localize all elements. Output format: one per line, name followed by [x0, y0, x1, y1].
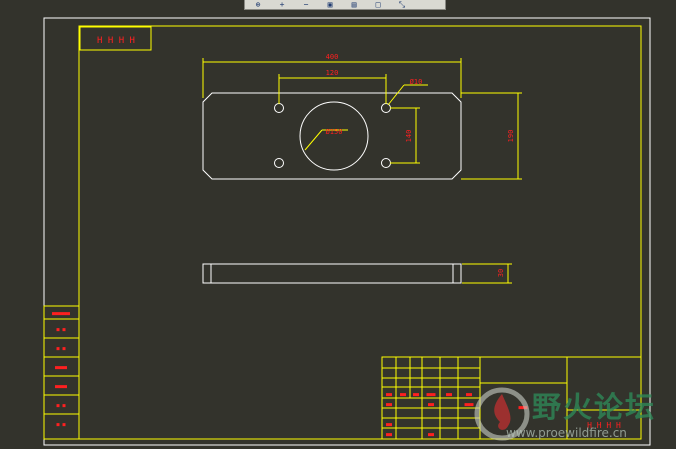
title-cell: ■■	[428, 432, 434, 438]
dim-overall-height: 190	[507, 130, 515, 143]
title-cell: ■■	[446, 392, 452, 398]
title-cell: ■■	[386, 392, 392, 398]
drawing-frame	[78, 25, 642, 440]
rev-label: ■ ■	[56, 346, 65, 352]
rev-label: ■■■■	[55, 365, 67, 371]
title-cell: ■■	[386, 422, 392, 428]
dim-center-hole: Ø150	[326, 128, 343, 136]
dim-overall-width: 400	[326, 53, 339, 61]
watermark-text: 野火论坛	[532, 390, 657, 424]
rev-label: ■■■■■■	[52, 311, 70, 317]
title-cell: ■■	[400, 392, 406, 398]
rev-label: ■ ■	[56, 327, 65, 333]
watermark-url: www.proewildfire.cn	[506, 426, 627, 440]
title-cell: ■■	[386, 432, 392, 438]
cad-viewport[interactable]: ⊕ + − ▣ ▤ □ ⤡ H H H H 400 120 Ø10 Ø150 1…	[0, 0, 676, 449]
small-hole-br	[381, 158, 391, 168]
rev-label: ■ ■	[56, 422, 65, 428]
sheet-border	[43, 17, 651, 446]
rev-label: ■ ■	[56, 403, 65, 409]
small-hole-tr	[381, 103, 391, 113]
plate-outline	[202, 92, 462, 180]
title-tag: H H H H	[97, 36, 135, 46]
dim-hole-spacing: 120	[326, 69, 339, 77]
title-cell: ■■	[428, 402, 434, 408]
small-hole-tl	[274, 103, 284, 113]
title-cell: ■■	[413, 392, 419, 398]
center-hole	[299, 101, 369, 171]
dim-hole-v-spacing: 140	[405, 130, 413, 143]
dim-small-hole: Ø10	[410, 78, 423, 86]
revision-table	[43, 305, 80, 440]
plate-front-view	[202, 92, 462, 180]
dimensions	[202, 58, 522, 284]
small-hole-bl	[274, 158, 284, 168]
title-cell: ■■	[386, 402, 392, 408]
dim-thickness: 30	[497, 269, 505, 277]
title-cell: ■■■	[426, 392, 435, 398]
plate-side-view	[202, 263, 462, 284]
rev-label: ■■■■	[55, 384, 67, 390]
